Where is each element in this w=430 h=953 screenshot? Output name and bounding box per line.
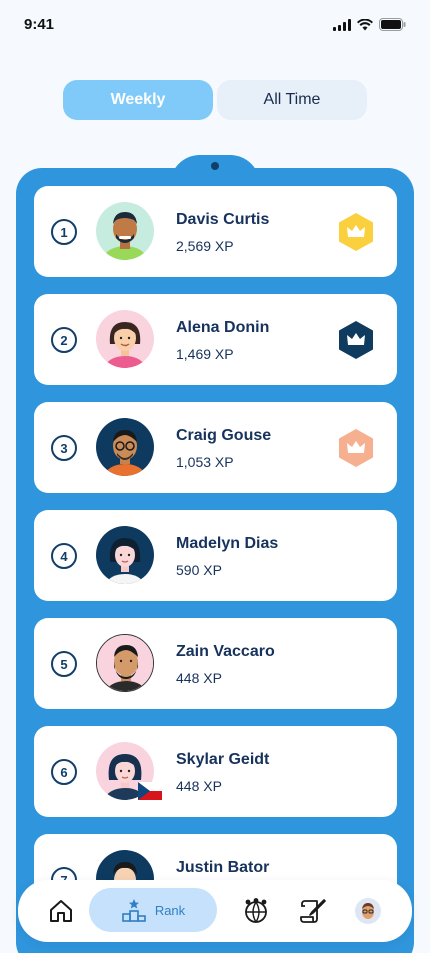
avatar bbox=[96, 202, 154, 260]
signal-icon bbox=[333, 18, 351, 31]
rank-number: 1 bbox=[51, 219, 77, 245]
globe-people-icon bbox=[245, 898, 267, 923]
player-xp: 448 XP bbox=[176, 778, 222, 794]
rank-number: 3 bbox=[51, 435, 77, 461]
navy-crown-badge-icon bbox=[339, 321, 373, 359]
rank-number: 6 bbox=[51, 759, 77, 785]
player-name: Davis Curtis bbox=[176, 211, 270, 228]
avatar bbox=[96, 634, 154, 692]
player-name: Skylar Geidt bbox=[176, 751, 270, 768]
status-icons bbox=[333, 18, 406, 31]
bronze-crown-badge-icon bbox=[339, 429, 373, 467]
player-name: Craig Gouse bbox=[176, 427, 272, 444]
rank-number: 2 bbox=[51, 327, 77, 353]
leaderboard-row[interactable]: 6 Skylar Geidt 448 XP bbox=[34, 726, 397, 817]
player-name: Madelyn Dias bbox=[176, 535, 279, 552]
leaderboard-row[interactable]: 5 Zain Vaccaro 448 XP bbox=[34, 618, 397, 709]
nav-community[interactable] bbox=[238, 880, 274, 942]
nav-rank[interactable]: Rank bbox=[89, 888, 217, 932]
status-bar: 9:41 bbox=[0, 0, 430, 50]
nav-rank-label: Rank bbox=[154, 902, 186, 918]
czech-flag-icon bbox=[138, 782, 162, 800]
player-name: Justin Bator bbox=[176, 859, 270, 876]
leaderboard-row[interactable]: 3 Craig Gouse 1,053 XP bbox=[34, 402, 397, 493]
avatar bbox=[96, 526, 154, 584]
player-xp: 448 XP bbox=[176, 670, 222, 686]
nav-home[interactable] bbox=[42, 880, 80, 942]
profile-avatar bbox=[355, 898, 381, 924]
player-xp: 2,569 XP bbox=[176, 238, 234, 254]
rank-icon bbox=[122, 899, 146, 922]
battery-icon bbox=[379, 18, 406, 31]
leaderboard-row[interactable]: 1 Davis Curtis 2,569 XP bbox=[34, 186, 397, 277]
player-xp: 1,469 XP bbox=[176, 346, 234, 362]
tab-bar: Weekly All Time bbox=[63, 80, 367, 120]
rank-number: 4 bbox=[51, 543, 77, 569]
tab-all-time[interactable]: All Time bbox=[217, 80, 367, 120]
gold-crown-badge-icon bbox=[339, 213, 373, 251]
tab-weekly[interactable]: Weekly bbox=[63, 80, 213, 120]
player-name: Zain Vaccaro bbox=[176, 643, 275, 660]
player-name: Alena Donin bbox=[176, 319, 270, 336]
nav-quests[interactable] bbox=[296, 880, 330, 942]
board-notch-dot bbox=[211, 162, 219, 170]
rank-number: 5 bbox=[51, 651, 77, 677]
quill-scroll-icon bbox=[300, 899, 326, 923]
leaderboard-row[interactable]: 2 Alena Donin 1,469 XP bbox=[34, 294, 397, 385]
home-icon bbox=[50, 900, 72, 922]
avatar bbox=[96, 418, 154, 476]
leaderboard-row[interactable]: 4 Madelyn Dias 590 XP bbox=[34, 510, 397, 601]
avatar bbox=[96, 310, 154, 368]
bottom-navigation: Rank bbox=[18, 880, 412, 942]
player-xp: 1,053 XP bbox=[176, 454, 234, 470]
player-xp: 590 XP bbox=[176, 562, 222, 578]
nav-profile[interactable] bbox=[352, 880, 384, 942]
status-time: 9:41 bbox=[24, 16, 55, 33]
wifi-icon bbox=[357, 18, 373, 30]
